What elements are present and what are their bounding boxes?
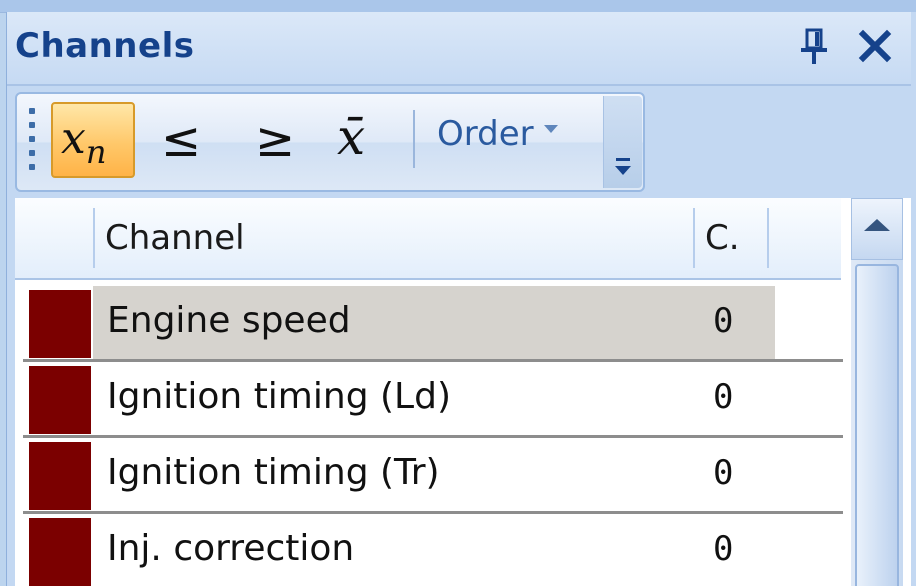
channel-value: 0: [713, 301, 734, 341]
channel-value: 0: [713, 529, 734, 569]
channel-value: 0: [713, 453, 734, 493]
sample-value-button[interactable]: xn: [51, 102, 135, 178]
order-caret-icon: [543, 125, 558, 133]
mean-button[interactable]: x̄: [323, 102, 393, 178]
toolbar-grip-icon[interactable]: [29, 108, 37, 170]
panel-title: Channels: [15, 26, 195, 66]
order-label: Order: [437, 114, 534, 154]
greater-or-equal-icon: ≥: [255, 112, 296, 168]
less-or-equal-icon: ≤: [161, 112, 202, 168]
max-button[interactable]: ≥: [243, 102, 313, 178]
channel-name: Ignition timing (Tr): [107, 452, 440, 493]
toolbar-overflow-button[interactable]: [603, 96, 642, 188]
table-row[interactable]: Inj. correction 0: [23, 514, 843, 586]
min-button[interactable]: ≤: [149, 102, 219, 178]
toolbar-area: xn ≤ ≥ x̄ Order: [7, 86, 911, 198]
toolbar: xn ≤ ≥ x̄ Order: [15, 92, 645, 192]
panel-title-bar: Channels: [7, 12, 911, 86]
table-row[interactable]: Ignition timing (Tr) 0: [23, 438, 843, 514]
color-swatch[interactable]: [29, 518, 91, 586]
channel-value: 0: [713, 377, 734, 417]
color-swatch[interactable]: [29, 290, 91, 358]
scroll-up-arrow-icon[interactable]: [851, 198, 903, 260]
channels-panel: Channels xn ≤ ≥ x̄ Order Channel C. Engi…: [6, 12, 916, 586]
table-row[interactable]: Engine speed 0: [23, 286, 843, 362]
channel-name: Ignition timing (Ld): [107, 376, 451, 417]
column-header-c[interactable]: C.: [693, 208, 769, 268]
column-header-channel[interactable]: Channel: [93, 208, 695, 268]
close-icon[interactable]: [855, 26, 895, 66]
grid-header: Channel C.: [15, 198, 841, 280]
x-sub-n-icon: xn: [61, 113, 107, 172]
toolbar-separator: [413, 110, 415, 168]
scroll-thumb[interactable]: [855, 264, 899, 586]
x-bar-mean-icon: x̄: [337, 108, 366, 166]
pin-icon[interactable]: [797, 26, 831, 66]
vertical-scrollbar[interactable]: [851, 198, 903, 586]
channel-grid: Channel C. Engine speed 0 Ignition timin…: [15, 198, 911, 586]
color-swatch[interactable]: [29, 442, 91, 510]
channel-name: Engine speed: [107, 300, 351, 341]
table-row[interactable]: Ignition timing (Ld) 0: [23, 362, 843, 438]
color-swatch[interactable]: [29, 366, 91, 434]
overflow-chevron-icon: [615, 158, 631, 175]
channel-name: Inj. correction: [107, 528, 355, 569]
order-dropdown[interactable]: Order: [437, 114, 558, 164]
